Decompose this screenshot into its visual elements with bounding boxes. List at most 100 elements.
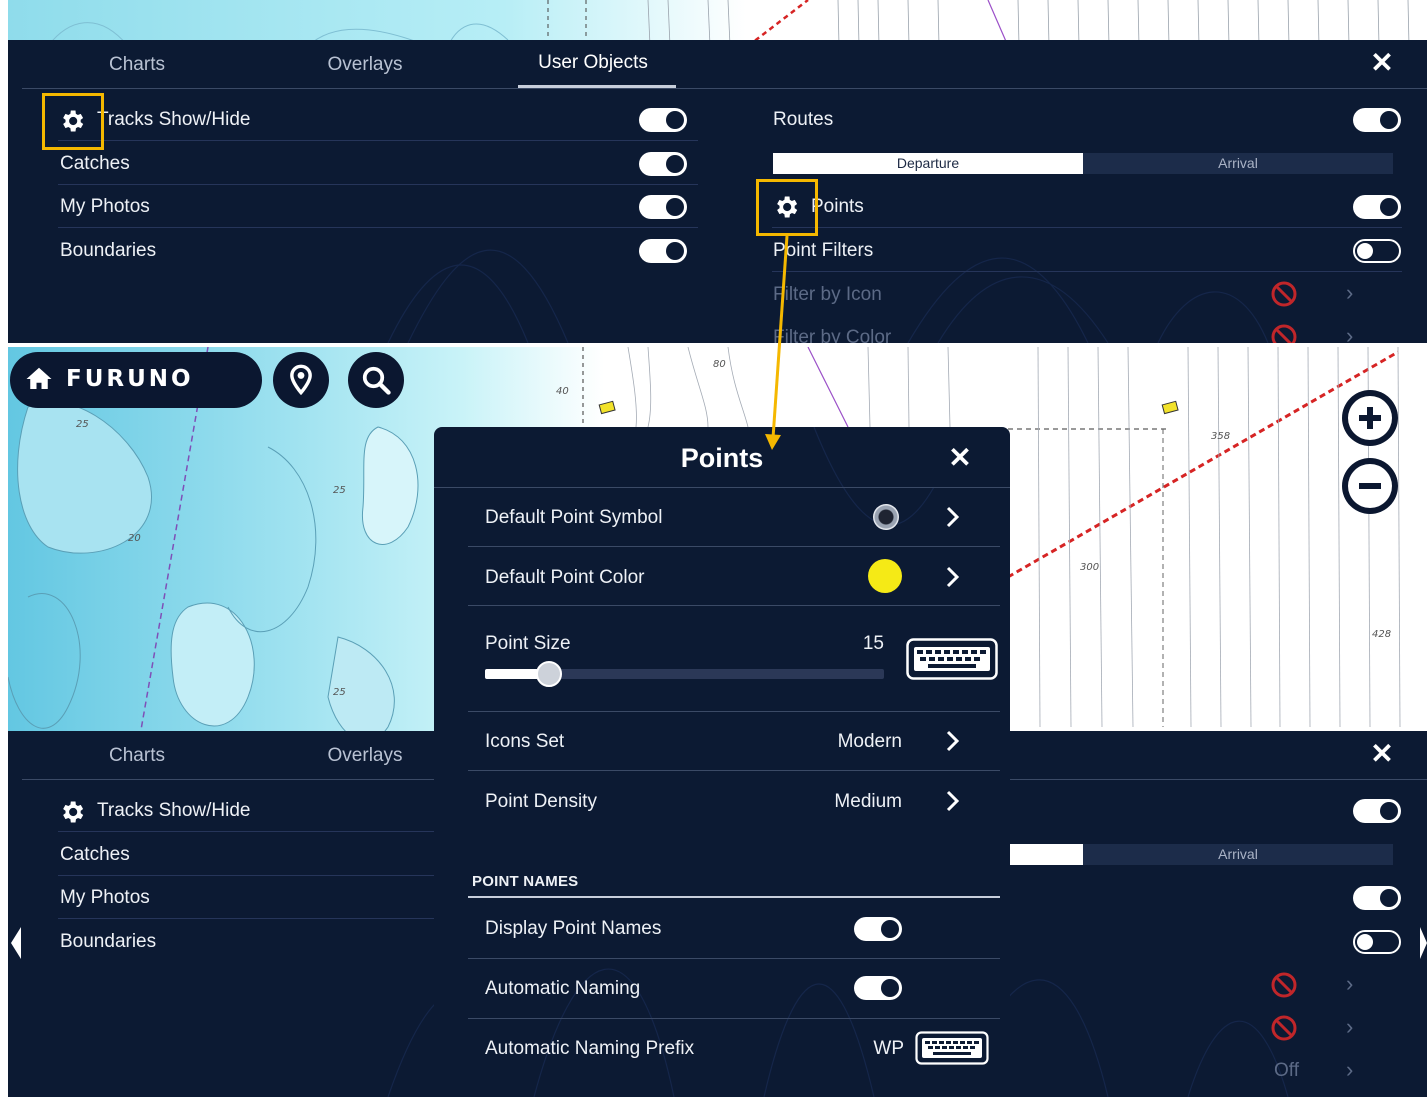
brand-logo: FURUNO — [66, 366, 194, 392]
list-item-boundaries[interactable]: Boundaries — [58, 229, 698, 272]
list-item-filter-by-icon[interactable]: Filter by Icon › — [772, 273, 1402, 316]
list-item-filter-by-color[interactable]: Filter by Color › — [772, 316, 1402, 343]
points-toggle[interactable] — [1353, 195, 1401, 219]
chevron-right-icon: › — [1346, 323, 1354, 343]
filter-by-color-label: Filter by Color — [773, 327, 892, 343]
chevron-right-icon: › — [1346, 971, 1354, 996]
point-size-slider-thumb[interactable] — [536, 661, 562, 687]
row-divider — [468, 770, 1000, 771]
list-item-my-photos[interactable]: My Photos — [58, 185, 698, 228]
chevron-right-icon: › — [1346, 1014, 1354, 1039]
zoom-out-icon — [1348, 464, 1392, 508]
filter-value: Off — [1274, 1060, 1299, 1081]
boundaries-label: Boundaries — [60, 240, 157, 261]
routes-label: Routes — [773, 109, 834, 130]
collapse-left-arrow[interactable] — [11, 927, 21, 959]
automatic-naming-prefix-label: Automatic Naming Prefix — [485, 1038, 695, 1059]
chevron-right-icon — [946, 506, 960, 528]
point-filters-toggle[interactable] — [1353, 239, 1401, 263]
home-icon — [26, 367, 52, 389]
depth-label: 25 — [76, 419, 89, 430]
close-button[interactable]: ✕ — [1367, 48, 1397, 78]
automatic-naming-toggle[interactable] — [854, 976, 902, 1000]
my-photos-toggle[interactable] — [639, 195, 687, 219]
depth-label: 358 — [1211, 431, 1230, 442]
keyboard-icon[interactable] — [906, 638, 998, 680]
arrival-segment[interactable]: Arrival — [1083, 844, 1393, 865]
search-icon — [362, 366, 391, 395]
list-item-point-filters[interactable]: Point Filters — [772, 229, 1402, 272]
chevron-right-icon — [946, 730, 960, 752]
departure-segment[interactable] — [1008, 844, 1083, 865]
zoom-in-button[interactable] — [1342, 390, 1398, 446]
point-size-label: Point Size — [485, 633, 571, 654]
collapse-right-arrow[interactable] — [1420, 927, 1427, 959]
location-button[interactable] — [273, 352, 329, 408]
brand-home-button[interactable]: FURUNO — [10, 352, 262, 408]
depth-label: 80 — [713, 359, 726, 370]
gear-icon[interactable] — [58, 798, 86, 826]
list-item-routes[interactable]: Routes — [772, 98, 1402, 141]
list-item-catches[interactable]: Catches — [58, 142, 698, 185]
points-label: Points — [811, 196, 864, 217]
search-button[interactable] — [348, 352, 404, 408]
catches-toggle[interactable] — [639, 152, 687, 176]
dialog-title: Points — [680, 443, 764, 473]
point-size-value: 15 — [862, 633, 884, 654]
arrival-segment[interactable]: Arrival — [1083, 153, 1393, 174]
icons-set-label: Icons Set — [485, 731, 565, 752]
points-settings-dialog: Points ✕ Default Point Symbol Default Po… — [434, 427, 1010, 1097]
no-entry-icon — [1271, 281, 1297, 307]
display-point-names-toggle[interactable] — [854, 917, 902, 941]
point-symbol-swatch — [873, 504, 899, 530]
display-point-names-label: Display Point Names — [485, 918, 662, 939]
list-item-tracks[interactable]: Tracks Show/Hide — [58, 98, 698, 141]
list-item-points[interactable]: Points — [772, 185, 1402, 228]
chevron-right-icon: › — [1346, 1057, 1354, 1082]
routes-toggle[interactable] — [1353, 799, 1401, 823]
close-button[interactable]: ✕ — [945, 443, 975, 473]
automatic-naming-label: Automatic Naming — [485, 978, 641, 999]
boundaries-toggle[interactable] — [639, 239, 687, 263]
points-toggle[interactable] — [1353, 886, 1401, 910]
tracks-label: Tracks Show/Hide — [97, 109, 251, 130]
my-photos-label: My Photos — [60, 196, 150, 217]
title-divider — [434, 487, 1010, 488]
no-entry-icon — [1271, 1015, 1297, 1041]
keyboard-icon[interactable] — [915, 1031, 989, 1065]
depth-label: 40 — [556, 386, 569, 397]
row-divider — [468, 711, 1000, 712]
row-divider — [468, 1018, 1000, 1019]
row-divider — [468, 546, 1000, 547]
row-divider — [468, 958, 1000, 959]
tab-user-objects[interactable]: User Objects — [493, 52, 693, 74]
section-heading-point-names: POINT NAMES — [472, 873, 579, 890]
depth-label: 25 — [333, 687, 346, 698]
close-button[interactable]: ✕ — [1367, 739, 1397, 769]
list-item-my-photos[interactable]: My Photos — [58, 876, 438, 919]
list-item-catches[interactable]: Catches — [58, 833, 438, 876]
routes-toggle[interactable] — [1353, 108, 1401, 132]
chevron-right-icon — [946, 566, 960, 588]
point-filters-toggle[interactable] — [1353, 930, 1401, 954]
tab-charts[interactable]: Charts — [37, 745, 237, 767]
zoom-out-button[interactable] — [1342, 458, 1398, 514]
chevron-right-icon: › — [1346, 280, 1354, 305]
point-color-swatch — [868, 559, 902, 593]
list-item-boundaries[interactable]: Boundaries — [58, 920, 438, 963]
default-point-color-label: Default Point Color — [485, 567, 645, 588]
departure-segment[interactable]: Departure — [773, 153, 1083, 174]
tab-charts[interactable]: Charts — [37, 54, 237, 76]
depth-label: 300 — [1080, 562, 1099, 573]
tracks-label: Tracks Show/Hide — [97, 800, 251, 821]
tab-overlays[interactable]: Overlays — [265, 54, 465, 76]
row-divider — [468, 605, 1000, 606]
tracks-toggle[interactable] — [639, 108, 687, 132]
tabs-divider — [22, 88, 1427, 89]
points-gear-highlight-box — [756, 179, 818, 236]
automatic-naming-prefix-value: WP — [873, 1038, 904, 1059]
list-item-tracks[interactable]: Tracks Show/Hide — [58, 789, 438, 832]
point-filters-label: Point Filters — [773, 240, 874, 261]
catches-label: Catches — [60, 844, 130, 865]
section-divider — [468, 896, 1000, 898]
